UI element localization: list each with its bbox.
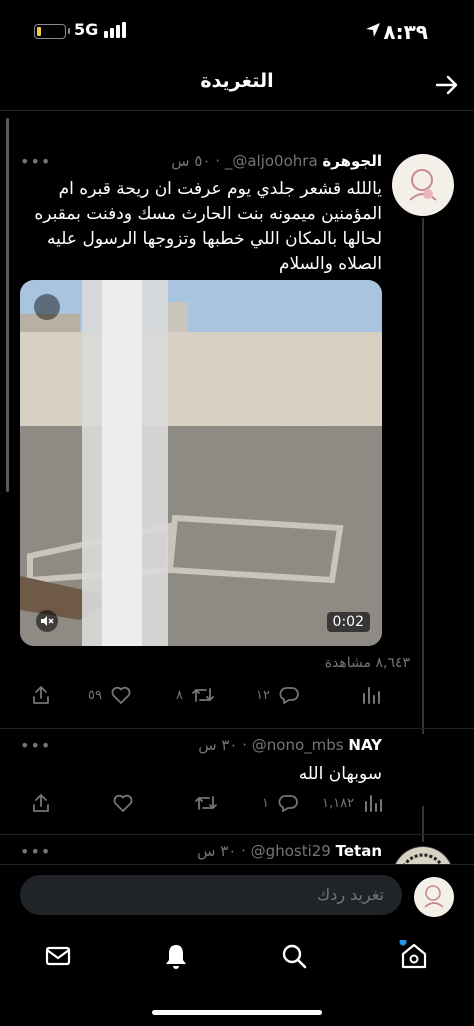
scroll-indicator xyxy=(6,118,9,492)
network-label: 5G xyxy=(74,20,99,39)
divider xyxy=(0,728,474,729)
reply-button[interactable]: ١ xyxy=(262,788,299,818)
messages-icon[interactable] xyxy=(42,940,74,972)
views-button[interactable]: ١,١٨٢ xyxy=(322,788,384,818)
reply-icon xyxy=(279,687,299,704)
tweet-author[interactable]: Tetan xyxy=(336,842,382,860)
battery-icon xyxy=(34,24,70,39)
tweet-author[interactable]: NAY xyxy=(348,736,382,754)
more-dots-icon[interactable]: ••• xyxy=(20,152,51,171)
signal-icon xyxy=(104,22,130,38)
status-bar: 5G ٨:٣٩ xyxy=(0,0,474,62)
tweet-time: ٥٠ س xyxy=(171,152,211,170)
more-dots-icon[interactable]: ••• xyxy=(20,736,51,755)
view-count: ٨,٦٤٣ مشاهدة xyxy=(324,655,410,671)
divider xyxy=(0,834,474,835)
avatar[interactable] xyxy=(392,154,454,216)
reply-bar: تغريد ردك xyxy=(0,864,474,927)
views-chart-icon xyxy=(363,687,380,704)
retweet-icon xyxy=(192,688,214,702)
thread-line xyxy=(422,806,424,842)
share-button[interactable] xyxy=(30,680,52,710)
retweet-icon xyxy=(195,796,217,810)
tweet-text: سوبهان الله xyxy=(298,764,382,784)
thread-line xyxy=(422,218,424,734)
video-frame xyxy=(20,280,382,646)
tweet-text: ياللله قشعر جلدي يوم عرفت ان ريحة قبره ا… xyxy=(34,179,382,274)
video-duration: 0:02 xyxy=(326,612,370,632)
views-button[interactable] xyxy=(360,680,382,710)
share-button[interactable] xyxy=(30,788,52,818)
tweet-actions: ١ ١,١٨٢ xyxy=(0,788,474,818)
arrow-right-icon[interactable] xyxy=(434,72,460,98)
more-dots-icon[interactable]: ••• xyxy=(20,842,51,861)
tweet-time: ٣٠ س xyxy=(198,736,238,754)
tweet-author[interactable]: الجوهرة xyxy=(322,152,382,170)
views-count: ١,١٨٢ xyxy=(322,795,355,811)
location-arrow-icon xyxy=(366,23,380,37)
tweet-header: ٥٠ س · _@aljo0ohra الجوهرة xyxy=(171,152,382,170)
tweet-handle[interactable]: @ghosti29 xyxy=(251,842,331,860)
like-button[interactable] xyxy=(112,788,134,818)
mute-icon[interactable] xyxy=(36,610,58,632)
reply-count: ١٢ xyxy=(256,687,270,703)
pip-icon[interactable] xyxy=(34,294,60,320)
status-time: ٨:٣٩ xyxy=(383,20,428,44)
tweet-handle[interactable]: _@aljo0ohra xyxy=(225,152,318,170)
retweet-button[interactable]: ٨ xyxy=(176,680,215,710)
like-button[interactable]: ٥٩ xyxy=(88,680,132,710)
tweet-time: ٣٠ س xyxy=(197,842,237,860)
reply-icon xyxy=(278,795,298,812)
retweet-button[interactable] xyxy=(194,788,218,818)
retweet-count: ٨ xyxy=(176,687,183,703)
tweet-actions: ٥٩ ٨ ١٢ xyxy=(0,680,474,710)
notification-dot xyxy=(399,940,407,946)
share-icon xyxy=(33,794,49,812)
page-title: التغريدة xyxy=(200,70,274,92)
views-chart-icon xyxy=(365,795,383,812)
tweet-header: ٣٠ س · @ghosti29 Tetan xyxy=(197,842,382,860)
search-icon[interactable] xyxy=(278,940,310,972)
like-count: ٥٩ xyxy=(88,687,102,703)
tweet-header: ٣٠ س · @nono_mbs NAY xyxy=(198,736,382,754)
reply-button[interactable]: ١٢ xyxy=(256,680,300,710)
avatar[interactable] xyxy=(414,877,454,917)
home-indicator xyxy=(152,1010,322,1015)
reply-input[interactable]: تغريد ردك xyxy=(20,875,402,915)
heart-icon xyxy=(113,794,133,812)
share-icon xyxy=(33,686,49,704)
home-icon[interactable] xyxy=(398,940,430,972)
top-nav: التغريدة xyxy=(0,62,474,111)
video-player[interactable]: 0:02 xyxy=(20,280,382,646)
notifications-icon[interactable] xyxy=(160,940,192,972)
reply-count: ١ xyxy=(262,795,269,811)
tweet-handle[interactable]: @nono_mbs xyxy=(252,736,344,754)
heart-icon xyxy=(111,686,131,704)
